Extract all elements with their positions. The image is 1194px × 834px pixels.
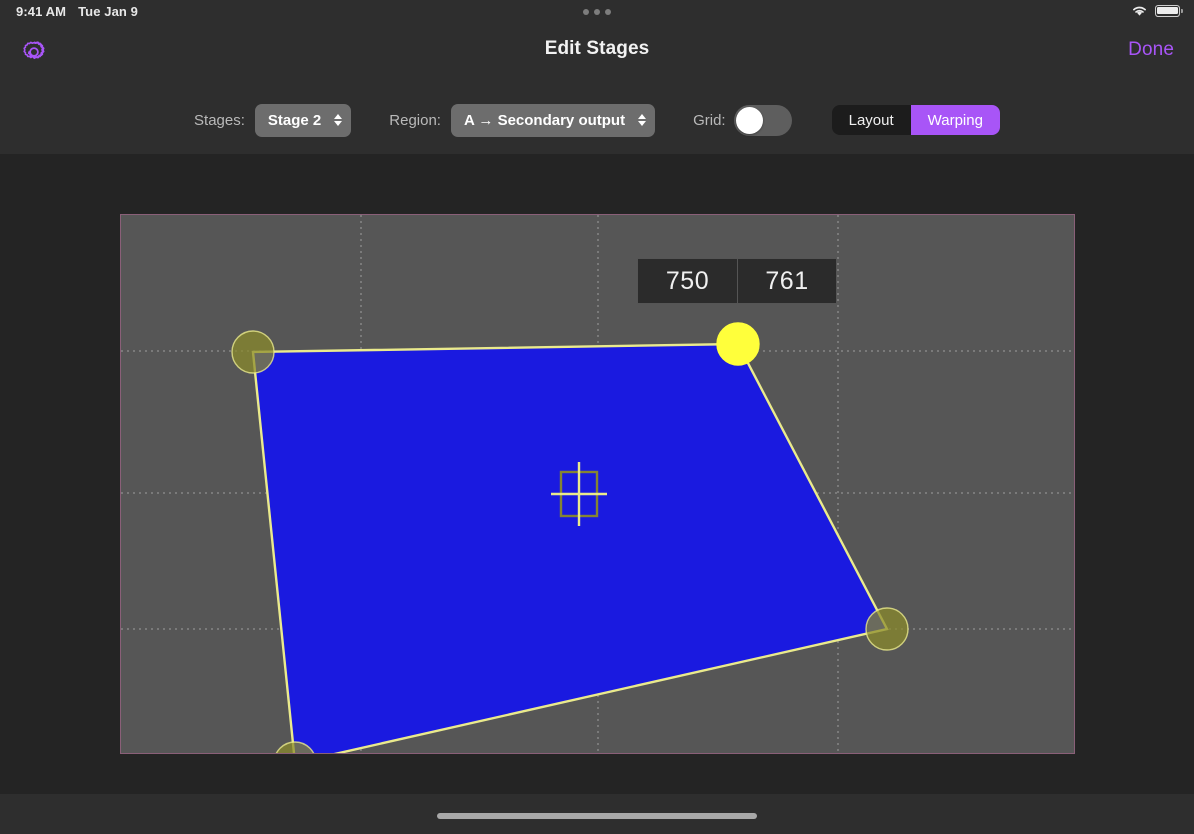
warp-canvas-graphics (121, 215, 1074, 753)
dot (583, 9, 589, 15)
grid-label: Grid: (693, 112, 726, 129)
region-select[interactable]: A → Secondary output (451, 104, 655, 137)
tab-warping[interactable]: Warping (911, 105, 1000, 135)
battery-full-icon (1155, 5, 1180, 17)
stages-select[interactable]: Stage 2 (255, 104, 351, 137)
home-indicator[interactable] (437, 813, 757, 819)
stages-label: Stages: (194, 112, 245, 129)
region-select-value: A → Secondary output (464, 112, 625, 129)
page-title: Edit Stages (0, 38, 1194, 60)
status-time: 9:41 AM (16, 4, 66, 19)
warp-canvas[interactable] (120, 214, 1075, 754)
region-label: Region: (389, 112, 441, 129)
warp-quad[interactable] (253, 344, 887, 753)
readout-y-value[interactable]: 761 (737, 259, 836, 303)
status-bar: 9:41 AM Tue Jan 9 (0, 0, 1194, 24)
tab-layout[interactable]: Layout (832, 105, 911, 135)
dot (594, 9, 600, 15)
status-bar-left: 9:41 AM Tue Jan 9 (16, 4, 138, 19)
bottom-bar (0, 794, 1194, 834)
mode-segmented-control: Layout Warping (832, 105, 1000, 135)
wifi-icon (1131, 4, 1148, 17)
stepper-chevrons-icon (334, 114, 342, 126)
stage-area: 750 761 (0, 154, 1194, 794)
editor-toolbar: Stages: Stage 2 Region: A → Secondary ou… (0, 86, 1194, 154)
done-button[interactable]: Done (1128, 39, 1174, 61)
three-dots-icon[interactable] (583, 9, 611, 15)
grid-toggle-group: Grid: (693, 105, 792, 136)
readout-x-value[interactable]: 750 (638, 259, 737, 303)
status-bar-right (1131, 4, 1180, 17)
warp-corner-handle-top-left[interactable] (232, 331, 274, 373)
toolbar-controls: Stages: Stage 2 Region: A → Secondary ou… (194, 104, 1000, 137)
stages-select-value: Stage 2 (268, 112, 321, 129)
navigation-bar: Edit Stages Done (0, 24, 1194, 86)
stepper-chevrons-icon (638, 114, 646, 126)
status-date: Tue Jan 9 (78, 4, 138, 19)
warp-corner-handle-top-right[interactable] (717, 323, 759, 365)
dot (605, 9, 611, 15)
grid-toggle[interactable] (734, 105, 792, 136)
warp-corner-handle-bottom-right[interactable] (866, 608, 908, 650)
app-root: 9:41 AM Tue Jan 9 (0, 0, 1194, 834)
coordinate-readout: 750 761 (637, 258, 837, 304)
toggle-knob (736, 107, 763, 134)
